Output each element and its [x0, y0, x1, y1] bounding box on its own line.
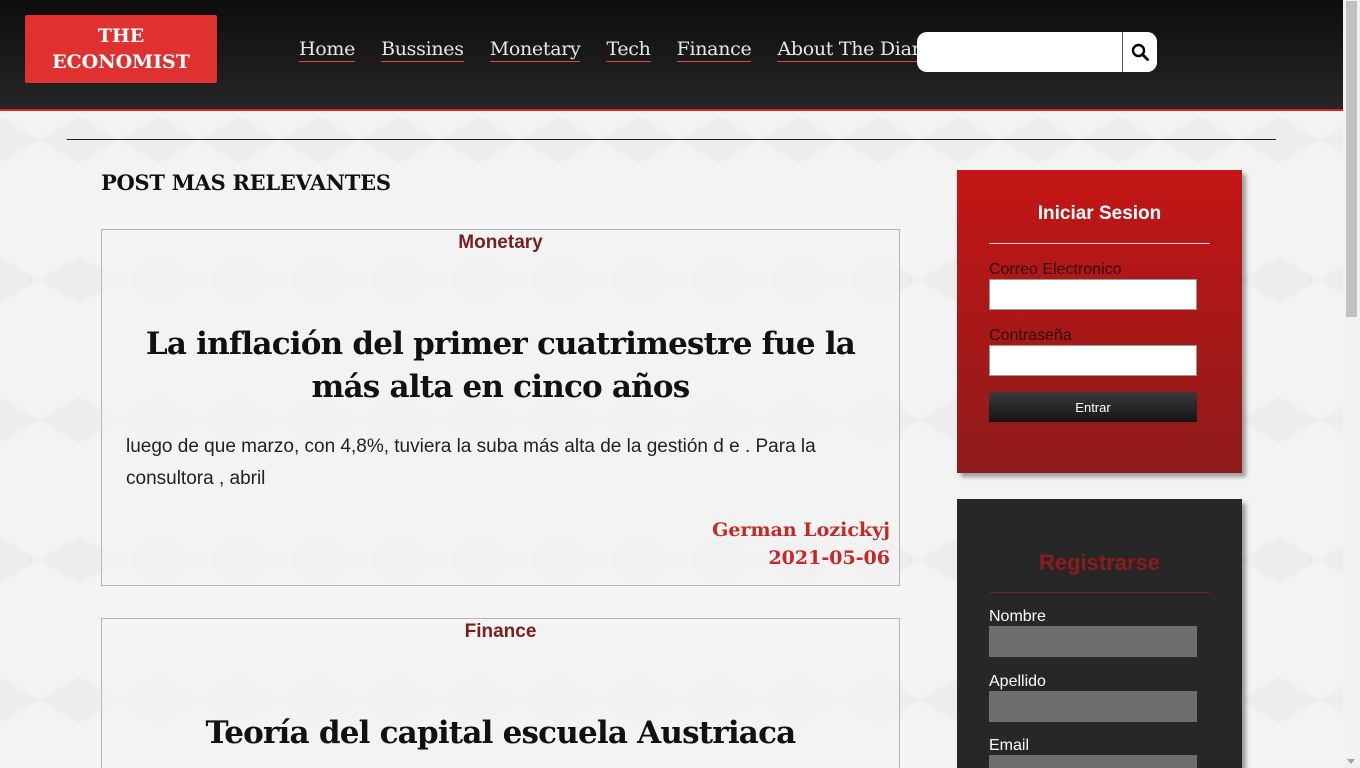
- nav-monetary[interactable]: Monetary: [489, 38, 581, 62]
- search-button[interactable]: [1122, 32, 1157, 72]
- post-date: 2021-05-06: [768, 547, 890, 569]
- post-category[interactable]: Finance: [102, 621, 899, 643]
- login-title: Iniciar Sesion: [1037, 203, 1162, 224]
- main-nav: Home Bussines Monetary Tech Finance Abou…: [299, 38, 931, 62]
- scroll-down-icon[interactable]: [1347, 759, 1355, 764]
- nav-home[interactable]: Home: [299, 38, 355, 62]
- register-divider: [989, 592, 1210, 593]
- login-divider: [989, 243, 1210, 244]
- post-excerpt: luego de que marzo, con 4,8%, tuviera la…: [126, 436, 816, 489]
- nav-about[interactable]: About The Diary: [777, 38, 931, 62]
- post-title[interactable]: Teoría del capital escuela Austriaca: [102, 712, 899, 755]
- login-password-field[interactable]: [989, 345, 1197, 376]
- site-header: THE ECONOMIST Home Bussines Monetary Tec…: [0, 0, 1343, 111]
- post-card[interactable]: Finance Teoría del capital escuela Austr…: [101, 618, 900, 768]
- page-scrollbar[interactable]: [1343, 0, 1360, 768]
- login-submit-button[interactable]: Entrar: [989, 392, 1197, 422]
- post-title[interactable]: La inflación del primer cuatrimestre fue…: [102, 323, 899, 409]
- register-lastname-field[interactable]: [989, 691, 1197, 722]
- email-label: Correo Electronico: [989, 261, 1122, 278]
- post-category[interactable]: Monetary: [102, 232, 899, 254]
- post-author: German Lozickyj: [712, 519, 890, 541]
- password-label: Contraseña: [989, 327, 1072, 344]
- nav-tech[interactable]: Tech: [606, 38, 651, 62]
- login-panel: Iniciar Sesion Correo Electronico Contra…: [957, 170, 1242, 473]
- logo-line-1: THE: [97, 25, 145, 47]
- lastname-label: Apellido: [989, 673, 1046, 690]
- post-card[interactable]: Monetary La inflación del primer cuatrim…: [101, 229, 900, 586]
- divider-line: [67, 139, 1276, 140]
- search-box: [917, 32, 1157, 72]
- scrollbar-thumb[interactable]: [1346, 1, 1357, 317]
- section-title: POST MAS RELEVANTES: [101, 170, 391, 195]
- nav-bussines[interactable]: Bussines: [381, 38, 464, 62]
- login-email-field[interactable]: [989, 279, 1197, 310]
- register-email-label: Email: [989, 737, 1030, 754]
- site-logo[interactable]: THE ECONOMIST: [25, 15, 217, 83]
- register-title: Registrarse: [1038, 550, 1161, 575]
- register-name-field[interactable]: [989, 626, 1197, 657]
- register-panel: Registrarse Nombre Apellido Email: [957, 499, 1242, 768]
- search-input[interactable]: [917, 32, 1122, 72]
- search-icon: [1131, 43, 1149, 61]
- name-label: Nombre: [989, 608, 1046, 625]
- nav-finance[interactable]: Finance: [676, 38, 752, 62]
- logo-line-2: ECONOMIST: [52, 51, 190, 73]
- register-email-field[interactable]: [989, 755, 1197, 768]
